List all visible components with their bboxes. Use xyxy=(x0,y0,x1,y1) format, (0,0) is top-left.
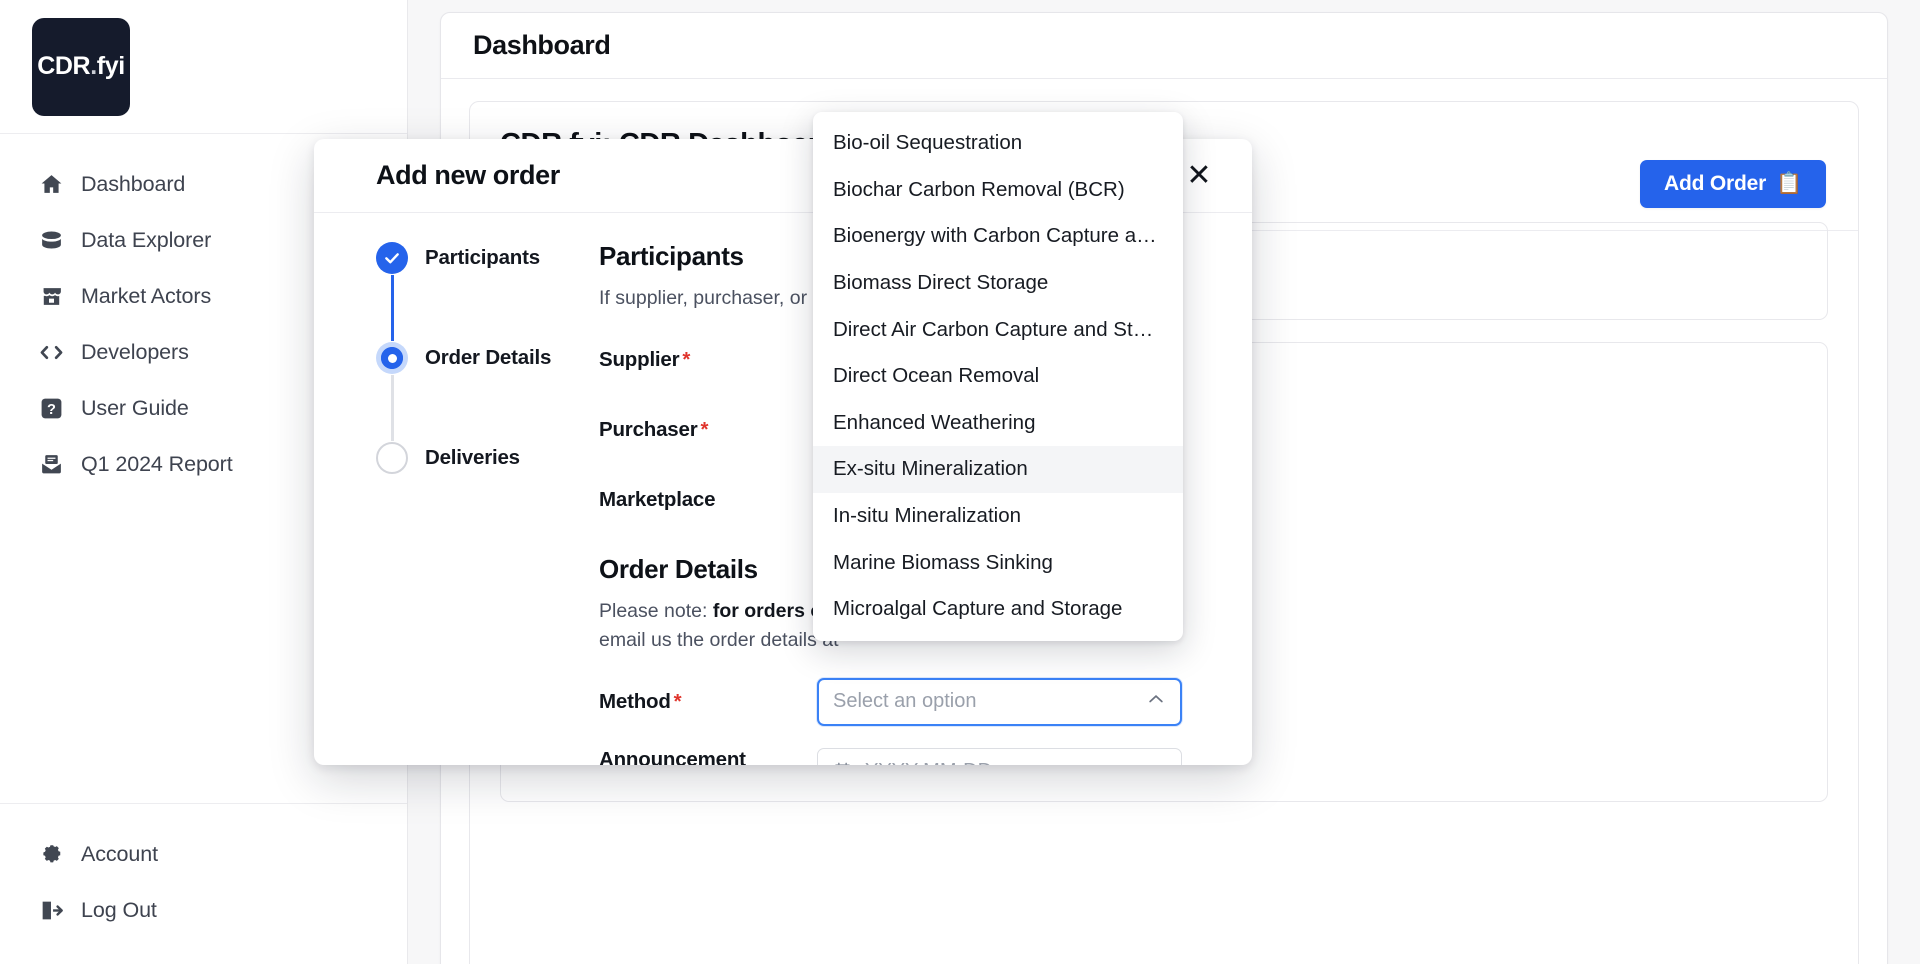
dropdown-option[interactable]: Bio-oil Sequestration xyxy=(813,120,1183,167)
card-header: Dashboard xyxy=(441,13,1887,79)
app-root: CDR.fyi Dashboard Data Explorer Market A… xyxy=(0,0,1920,964)
chevron-up-icon xyxy=(1146,689,1166,715)
storefront-icon xyxy=(38,283,64,309)
sidebar-nav-bottom: Account Log Out xyxy=(0,803,407,964)
dropdown-option-label: Marine Biomass Sinking xyxy=(833,550,1053,574)
dropdown-option[interactable]: Marine Biomass Sinking xyxy=(813,539,1183,586)
dropdown-option-label: Ex-situ Mineralization xyxy=(833,457,1028,481)
envelope-icon xyxy=(38,451,64,477)
dropdown-option-label: Microalgal Capture and Storage xyxy=(833,597,1123,621)
sidebar-item-label: Log Out xyxy=(81,897,157,922)
announcement-date-input[interactable]: YYYY-MM-DD xyxy=(817,747,1182,765)
dropdown-option[interactable]: Bioenergy with Carbon Capture and St… xyxy=(813,213,1183,260)
add-order-button[interactable]: Add Order 📋 xyxy=(1640,160,1826,208)
step-connector-inactive xyxy=(390,375,394,441)
dropdown-option[interactable]: In-situ Mineralization xyxy=(813,493,1183,540)
dropdown-option[interactable]: Microalgal Capture and Storage xyxy=(813,586,1183,633)
announcement-date-placeholder: YYYY-MM-DD xyxy=(865,760,992,765)
dropdown-option-label: Direct Ocean Removal xyxy=(833,364,1040,388)
step-label: Deliveries xyxy=(425,446,520,469)
calendar-icon xyxy=(832,761,853,765)
announcement-date-row: Announcement Date* YYYY-MM-DD xyxy=(599,747,1182,765)
add-order-label: Add Order xyxy=(1664,172,1767,195)
step-pending-icon xyxy=(376,442,408,474)
close-icon[interactable]: ✕ xyxy=(1182,159,1216,193)
method-dropdown-menu: Bio-oil Sequestration Biochar Carbon Remo… xyxy=(813,112,1183,641)
step-check-icon xyxy=(376,242,408,274)
sidebar-item-label: Market Actors xyxy=(81,283,212,308)
step-label: Order Details xyxy=(425,346,552,369)
sidebar-item-label: Account xyxy=(81,841,158,866)
dropdown-option[interactable]: Ex-situ Mineralization xyxy=(813,446,1183,493)
required-marker: * xyxy=(673,689,682,713)
dropdown-option[interactable]: Direct Air Carbon Capture and Storage… xyxy=(813,306,1183,353)
stepper: Participants Order Details Deliveries xyxy=(314,241,599,765)
announcement-date-label: Announcement Date* xyxy=(599,747,746,765)
method-placeholder: Select an option xyxy=(833,690,977,713)
marketplace-label: Marketplace xyxy=(599,487,716,511)
dropdown-option[interactable]: Biomass Direct Storage xyxy=(813,260,1183,307)
sidebar-item-label: Dashboard xyxy=(81,171,186,196)
logo-text: CDR.fyi xyxy=(37,52,125,80)
gear-icon xyxy=(38,841,64,867)
dropdown-option[interactable]: Enhanced Weathering xyxy=(813,400,1183,447)
question-icon: ? xyxy=(38,395,64,421)
supplier-label: Supplier * xyxy=(599,347,691,371)
dropdown-option-label: Enhanced Weathering xyxy=(833,410,1036,434)
step-participants[interactable]: Participants xyxy=(376,241,599,275)
dropdown-option[interactable]: Biochar Carbon Removal (BCR) xyxy=(813,167,1183,214)
database-icon xyxy=(38,227,64,253)
modal-title: Add new order xyxy=(376,160,560,190)
step-connector-active xyxy=(390,275,394,341)
step-label: Participants xyxy=(425,246,540,269)
logout-icon xyxy=(38,897,64,923)
purchaser-label: Purchaser * xyxy=(599,417,709,441)
svg-text:?: ? xyxy=(47,401,56,417)
dropdown-option[interactable]: Direct Ocean Removal xyxy=(813,353,1183,400)
dropdown-option-label: Direct Air Carbon Capture and Storage… xyxy=(833,317,1163,341)
sidebar-item-label: Data Explorer xyxy=(81,227,212,252)
sidebar-item-label: Q1 2024 Report xyxy=(81,451,233,476)
method-row: Method * Select an option xyxy=(599,677,1182,726)
dropdown-option-label: Biomass Direct Storage xyxy=(833,271,1049,295)
sidebar-item-label: Developers xyxy=(81,339,189,364)
required-marker: * xyxy=(700,417,709,441)
method-select[interactable]: Select an option xyxy=(817,677,1182,726)
page-title: Dashboard xyxy=(473,30,611,60)
dropdown-option-label: Bio-oil Sequestration xyxy=(833,131,1023,155)
dropdown-option-label: In-situ Mineralization xyxy=(833,504,1021,528)
code-icon xyxy=(38,339,64,365)
logo-tile: CDR.fyi xyxy=(32,17,130,116)
required-marker: * xyxy=(682,347,691,371)
sidebar-item-account[interactable]: Account xyxy=(0,826,407,882)
step-current-icon xyxy=(376,342,408,374)
method-label: Method * xyxy=(599,689,682,713)
dropdown-option-label: Bioenergy with Carbon Capture and St… xyxy=(833,224,1163,248)
sidebar-item-log-out[interactable]: Log Out xyxy=(0,882,407,938)
clipboard-icon: 📋 xyxy=(1776,172,1802,195)
home-icon xyxy=(38,171,64,197)
sidebar-logo[interactable]: CDR.fyi xyxy=(0,0,407,134)
sidebar-item-label: User Guide xyxy=(81,395,189,420)
step-deliveries[interactable]: Deliveries xyxy=(376,441,599,475)
dropdown-option-label: Biochar Carbon Removal (BCR) xyxy=(833,177,1125,201)
step-order-details[interactable]: Order Details xyxy=(376,341,599,375)
